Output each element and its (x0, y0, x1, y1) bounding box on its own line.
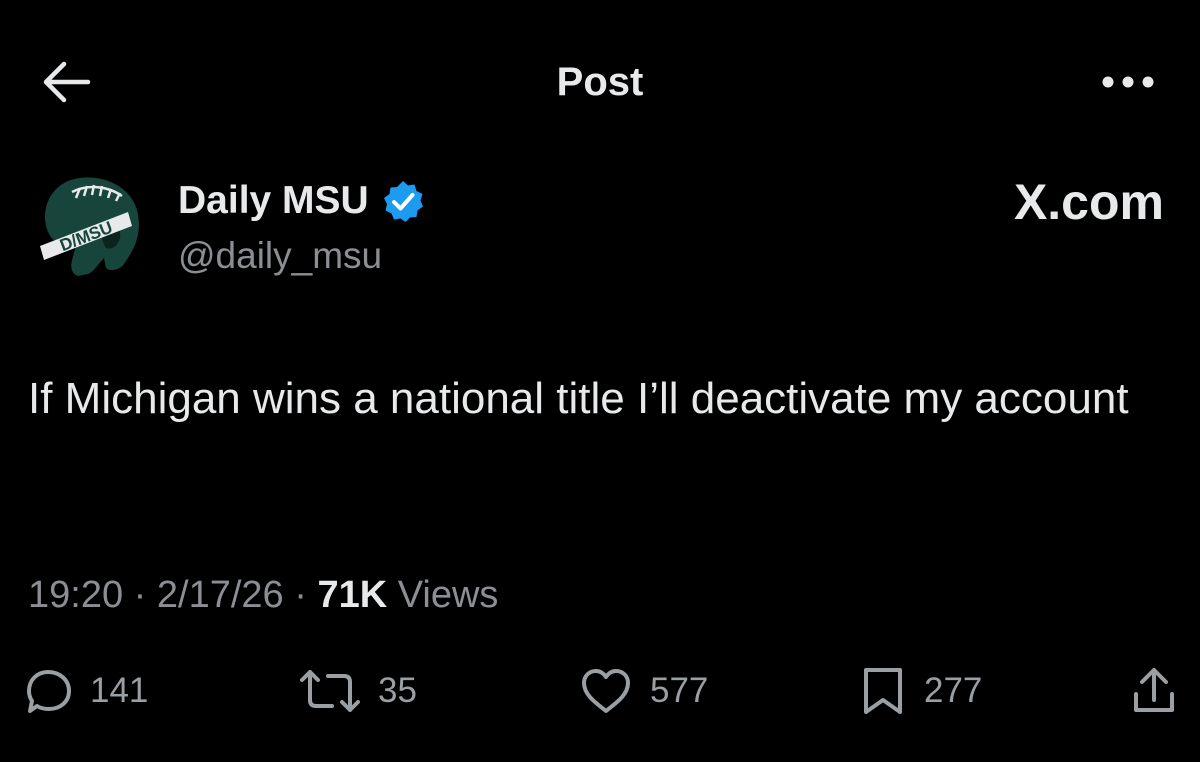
more-button[interactable] (1096, 58, 1168, 106)
repost-button[interactable]: 35 (298, 664, 417, 718)
repost-arrows-icon (300, 670, 360, 712)
avatar[interactable]: D/MSU (32, 168, 148, 284)
share-icon (1134, 668, 1174, 712)
page-title: Post (556, 60, 644, 104)
author-handle[interactable]: @daily_msu (178, 232, 382, 280)
top-bar: Post (0, 0, 1200, 160)
views-label: Views (397, 574, 499, 616)
repost-count: 35 (378, 671, 417, 710)
tweet-time[interactable]: 19:20 (28, 574, 123, 616)
views-count: 71K (317, 574, 388, 616)
like-count: 577 (650, 671, 709, 710)
verified-badge-icon (383, 181, 423, 222)
reply-bubble-icon (27, 670, 71, 713)
site-watermark: X.com (1013, 174, 1164, 230)
spartan-helmet-logo: D/MSU (40, 177, 139, 276)
bookmark-icon (864, 668, 902, 714)
author-name[interactable]: Daily MSU (178, 177, 369, 225)
bookmark-button[interactable]: 277 (858, 664, 982, 718)
heart-icon (582, 669, 630, 713)
like-button[interactable]: 577 (578, 664, 708, 718)
tweet-meta: 19:20 · 2/17/26 · 71K Views (28, 570, 498, 620)
meta-separator: · (123, 574, 157, 616)
tweet-text: If Michigan wins a national title I’ll d… (28, 374, 1129, 423)
author-name-row[interactable]: Daily MSU (178, 176, 425, 226)
tweet-date[interactable]: 2/17/26 (157, 574, 284, 616)
share-button[interactable] (1128, 664, 1180, 718)
bookmark-count: 277 (924, 671, 983, 710)
reply-button[interactable]: 141 (24, 664, 148, 718)
more-dots-icon (1102, 76, 1154, 88)
meta-separator: · (283, 574, 318, 616)
reply-count: 141 (90, 671, 149, 710)
